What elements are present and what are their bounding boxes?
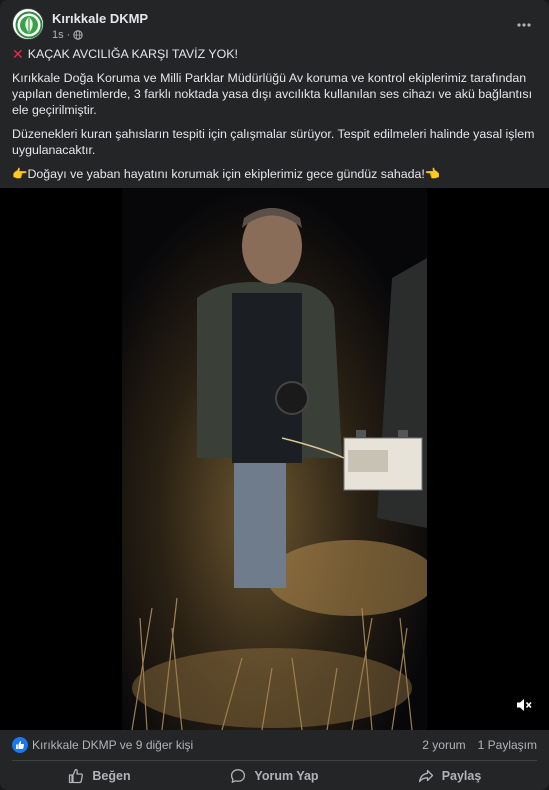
post-text: ✕ KAÇAK AVCILIĞA KARŞI TAVİZ YOK! Kırıkk… xyxy=(12,46,535,190)
thumbs-up-icon xyxy=(16,741,25,749)
post-actions: Beğen Yorum Yap Paylaş xyxy=(12,762,537,790)
share-arrow-icon xyxy=(418,769,433,783)
divider xyxy=(12,760,537,761)
post-paragraph-2: Düzenekleri kuran şahısların tespiti içi… xyxy=(12,127,535,157)
pointing-hand-icon: 👉 xyxy=(12,167,28,181)
share-label: Paylaş xyxy=(441,769,482,783)
headline-text: KAÇAK AVCILIĞA KARŞI TAVİZ YOK! xyxy=(27,47,238,61)
page-name[interactable]: Kırıkkale DKMP xyxy=(52,11,148,26)
video-frame[interactable] xyxy=(122,188,427,730)
closing-text: Doğayı ve yaban hayatını korumak için ek… xyxy=(27,167,425,181)
comment-button[interactable]: Yorum Yap xyxy=(187,762,362,790)
mute-button[interactable] xyxy=(513,694,535,716)
video-player[interactable] xyxy=(0,188,549,730)
speaker-muted-icon xyxy=(517,699,532,711)
post-time[interactable]: 1s xyxy=(52,29,64,41)
pointing-hand-icon: 👈 xyxy=(424,167,441,181)
post-closing: 👉Doğayı ve yaban hayatını korumak için e… xyxy=(12,166,535,182)
avatar[interactable] xyxy=(12,8,44,40)
post-meta: 1s · xyxy=(52,29,83,41)
comment-label: Yorum Yap xyxy=(254,769,319,783)
share-count[interactable]: 1 Paylaşım xyxy=(478,738,537,752)
post-paragraph-1: Kırıkkale Doğa Koruma ve Milli Parklar M… xyxy=(12,71,533,117)
more-options-button[interactable] xyxy=(511,12,537,38)
like-label: Beğen xyxy=(92,769,131,783)
comment-bubble-icon xyxy=(231,769,246,783)
thumbs-up-icon xyxy=(69,768,84,784)
dkmp-logo-icon xyxy=(15,11,43,39)
video-still-image xyxy=(122,188,427,730)
comment-count[interactable]: 2 yorum xyxy=(422,738,465,752)
reactions-bar: Kırıkkale DKMP ve 9 diğer kişi 2 yorum 1… xyxy=(12,737,537,755)
like-reaction-icon[interactable] xyxy=(12,737,28,753)
globe-icon xyxy=(73,30,83,40)
post-header: Kırıkkale DKMP 1s · xyxy=(12,8,537,48)
like-button[interactable]: Beğen xyxy=(12,762,187,790)
red-x-icon: ✕ xyxy=(12,46,24,62)
reactions-summary[interactable]: Kırıkkale DKMP ve 9 diğer kişi xyxy=(32,738,193,752)
three-dots-icon xyxy=(517,23,531,27)
post-card: Kırıkkale DKMP 1s · ✕ KAÇAK AVCILIĞA KAR… xyxy=(0,0,549,790)
post-headline: ✕ KAÇAK AVCILIĞA KARŞI TAVİZ YOK! xyxy=(12,46,535,62)
engagement-counts: 2 yorum 1 Paylaşım xyxy=(422,738,537,752)
share-button[interactable]: Paylaş xyxy=(362,762,537,790)
